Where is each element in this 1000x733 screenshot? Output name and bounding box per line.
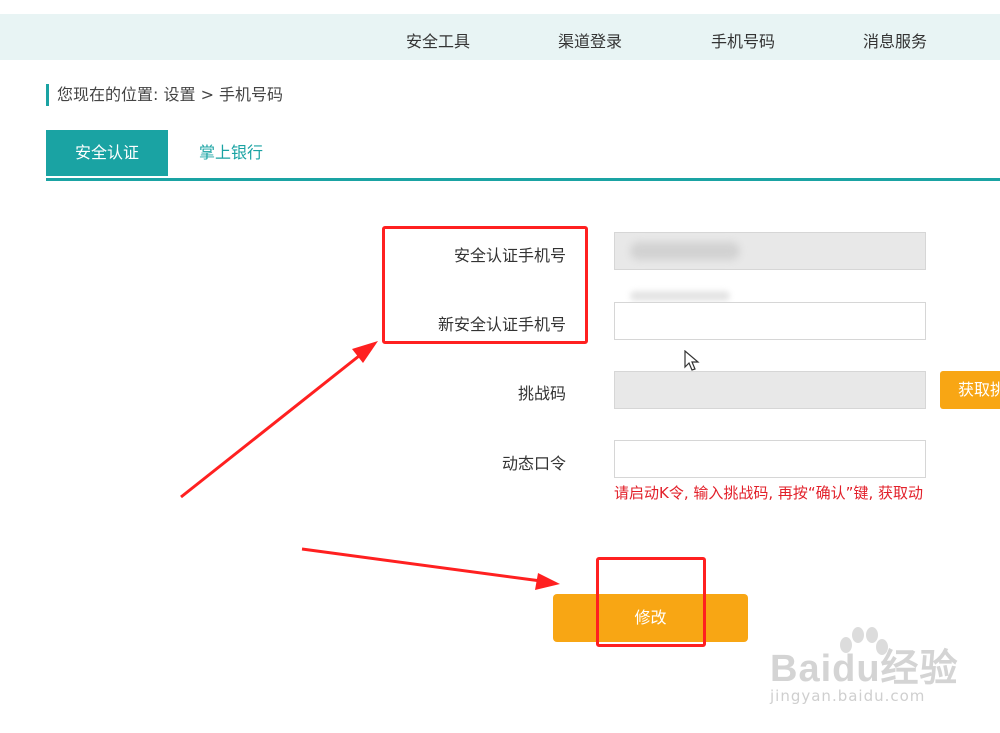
annotation-arrow-line-2 [301, 547, 542, 583]
watermark-brand: Baidu经验 [770, 648, 959, 690]
annotation-arrow-line-1 [180, 350, 365, 499]
annotation-arrowhead-2 [535, 573, 560, 590]
watermark-url: jingyan.baidu.com [770, 687, 926, 705]
mouse-cursor-icon [684, 350, 700, 371]
watermark: Baidu经验 jingyan.baidu.com [770, 625, 970, 715]
